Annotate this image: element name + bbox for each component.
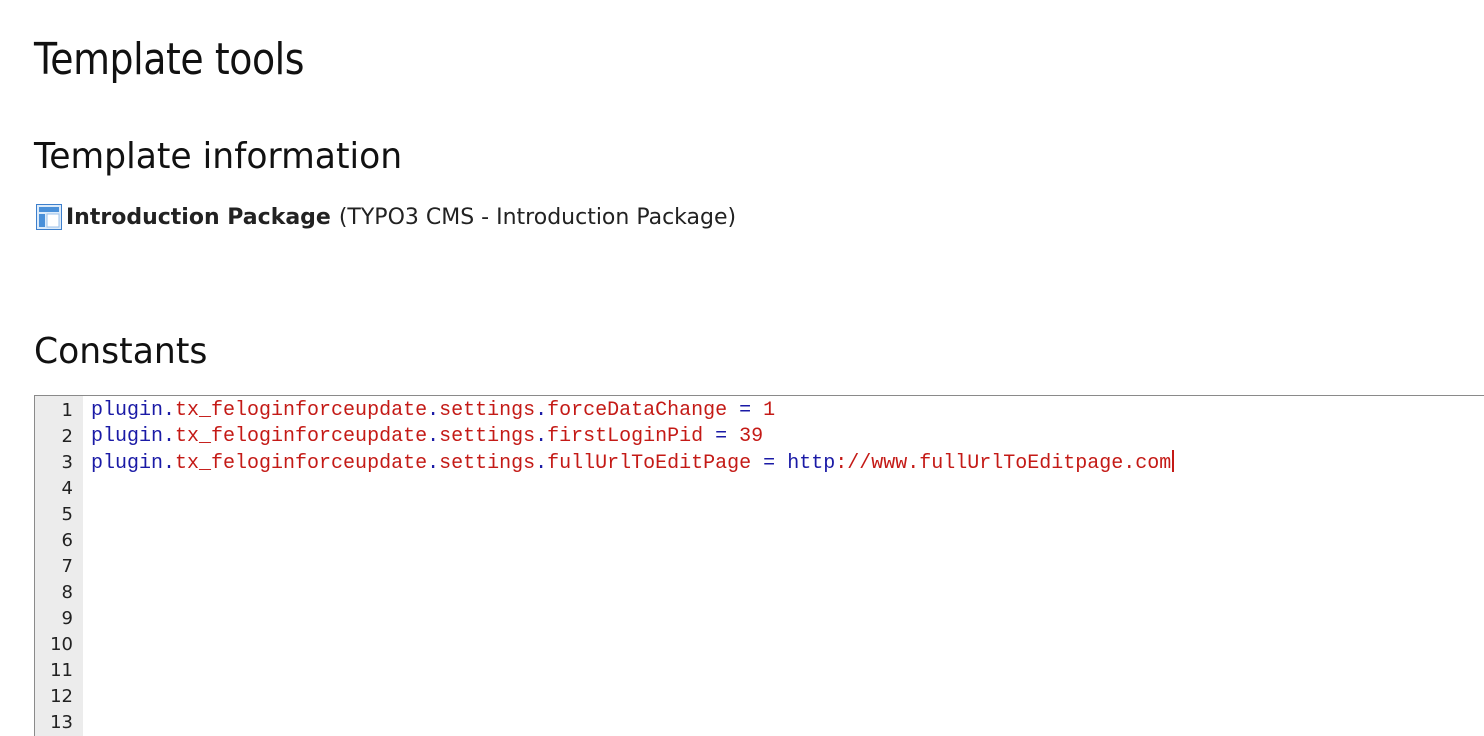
code-key: forceDataChange <box>547 399 728 422</box>
code-line[interactable]: plugin.tx_feloginforceupdate.settings.fo… <box>91 398 775 424</box>
constants-heading: Constants <box>34 331 208 372</box>
code-value-protocol: http <box>787 452 836 475</box>
code-group: settings <box>439 425 536 448</box>
code-object: plugin <box>91 399 164 422</box>
template-name[interactable]: Introduction Package <box>66 205 331 230</box>
code-operator: = <box>727 399 764 422</box>
code-extension: tx_feloginforceupdate <box>175 452 428 475</box>
template-information-heading: Template information <box>34 136 403 177</box>
line-number: 10 <box>50 634 73 655</box>
code-dot: . <box>535 452 548 475</box>
code-dot: . <box>535 425 548 448</box>
code-dot: . <box>427 452 440 475</box>
line-number: 7 <box>61 556 73 577</box>
code-group: settings <box>439 452 536 475</box>
code-extension: tx_feloginforceupdate <box>175 399 428 422</box>
line-number: 2 <box>61 426 73 447</box>
code-dot: . <box>163 425 176 448</box>
code-key: fullUrlToEditPage <box>547 452 752 475</box>
line-number: 13 <box>50 712 73 733</box>
line-number: 12 <box>50 686 73 707</box>
code-dot: . <box>535 399 548 422</box>
line-number: 9 <box>61 608 73 629</box>
code-dot: . <box>163 399 176 422</box>
code-key: firstLoginPid <box>547 425 704 448</box>
line-number: 1 <box>61 400 73 421</box>
template-record[interactable]: Introduction Package (TYPO3 CMS - Introd… <box>36 202 736 232</box>
template-description: (TYPO3 CMS - Introduction Package) <box>338 204 737 230</box>
code-dot: . <box>427 399 440 422</box>
code-operator: = <box>751 452 788 475</box>
code-value: ://www.fullUrlToEditpage.com <box>835 452 1172 475</box>
line-number: 4 <box>61 478 73 499</box>
line-number: 8 <box>61 582 73 603</box>
code-line[interactable]: plugin.tx_feloginforceupdate.settings.fu… <box>91 450 1175 476</box>
code-value: 39 <box>739 425 764 448</box>
line-number: 5 <box>61 504 73 525</box>
text-cursor <box>1172 450 1175 472</box>
code-operator: = <box>703 425 740 448</box>
line-number-gutter: 1 2 3 4 5 6 7 8 9 10 11 12 13 <box>35 396 83 736</box>
code-object: plugin <box>91 425 164 448</box>
constants-code-editor[interactable]: 1 2 3 4 5 6 7 8 9 10 11 12 13 plugin.tx_… <box>34 395 1484 736</box>
code-dot: . <box>163 452 176 475</box>
code-object: plugin <box>91 452 164 475</box>
line-number: 3 <box>61 452 73 473</box>
code-value: 1 <box>763 399 776 422</box>
page-title: Template tools <box>34 34 305 85</box>
code-extension: tx_feloginforceupdate <box>175 425 428 448</box>
code-group: settings <box>439 399 536 422</box>
line-number: 6 <box>61 530 73 551</box>
template-icon[interactable] <box>36 204 62 230</box>
code-line[interactable]: plugin.tx_feloginforceupdate.settings.fi… <box>91 424 763 450</box>
code-dot: . <box>427 425 440 448</box>
line-number: 11 <box>50 660 73 681</box>
